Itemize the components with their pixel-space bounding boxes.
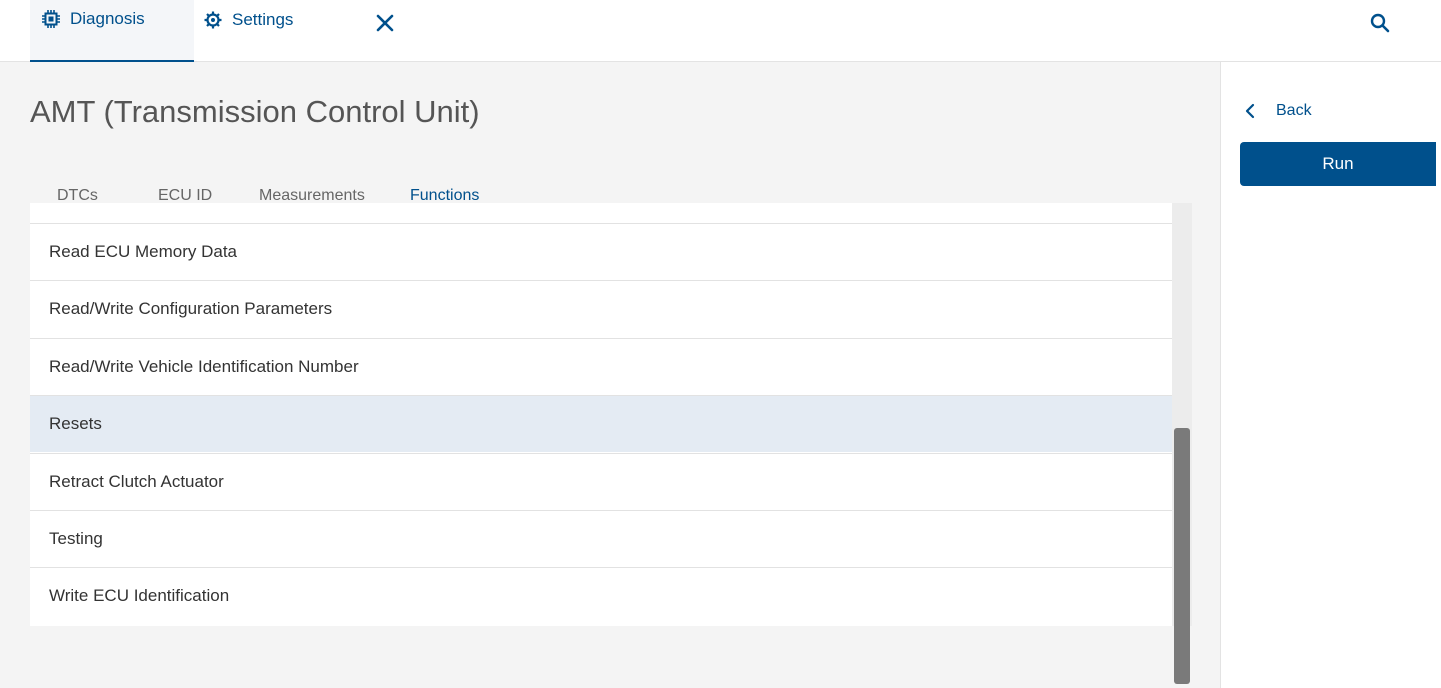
chip-icon	[42, 10, 60, 28]
close-icon[interactable]	[374, 12, 396, 34]
list-item[interactable]: Write ECU Identification	[30, 567, 1172, 624]
tab-diagnosis[interactable]: Diagnosis	[30, 0, 194, 62]
back-label: Back	[1276, 102, 1312, 119]
list-item[interactable]: Retract Clutch Actuator	[30, 453, 1172, 510]
list-item[interactable]: Testing	[30, 510, 1172, 567]
list-item-selected[interactable]: Resets	[30, 395, 1172, 452]
back-button[interactable]: Back	[1242, 100, 1312, 122]
page-title: AMT (Transmission Control Unit)	[30, 94, 480, 129]
list-item[interactable]: Read/Write Configuration Parameters	[30, 280, 1172, 337]
list-item-hidden[interactable]	[30, 203, 1172, 223]
functions-list: Read ECU Memory Data Read/Write Configur…	[30, 203, 1172, 626]
tab-settings[interactable]: Settings	[204, 0, 293, 62]
list-item[interactable]: Read/Write Vehicle Identification Number	[30, 338, 1172, 395]
tab-settings-label: Settings	[232, 10, 294, 29]
scrollbar-thumb[interactable]	[1174, 428, 1190, 684]
run-button[interactable]: Run	[1240, 142, 1436, 186]
search-icon[interactable]	[1369, 12, 1391, 34]
top-bar: Diagnosis Settings	[0, 0, 1441, 62]
gear-icon	[204, 11, 222, 29]
list-item[interactable]: Read ECU Memory Data	[30, 223, 1172, 280]
tab-diagnosis-label: Diagnosis	[70, 9, 145, 28]
chevron-left-icon	[1242, 103, 1258, 119]
